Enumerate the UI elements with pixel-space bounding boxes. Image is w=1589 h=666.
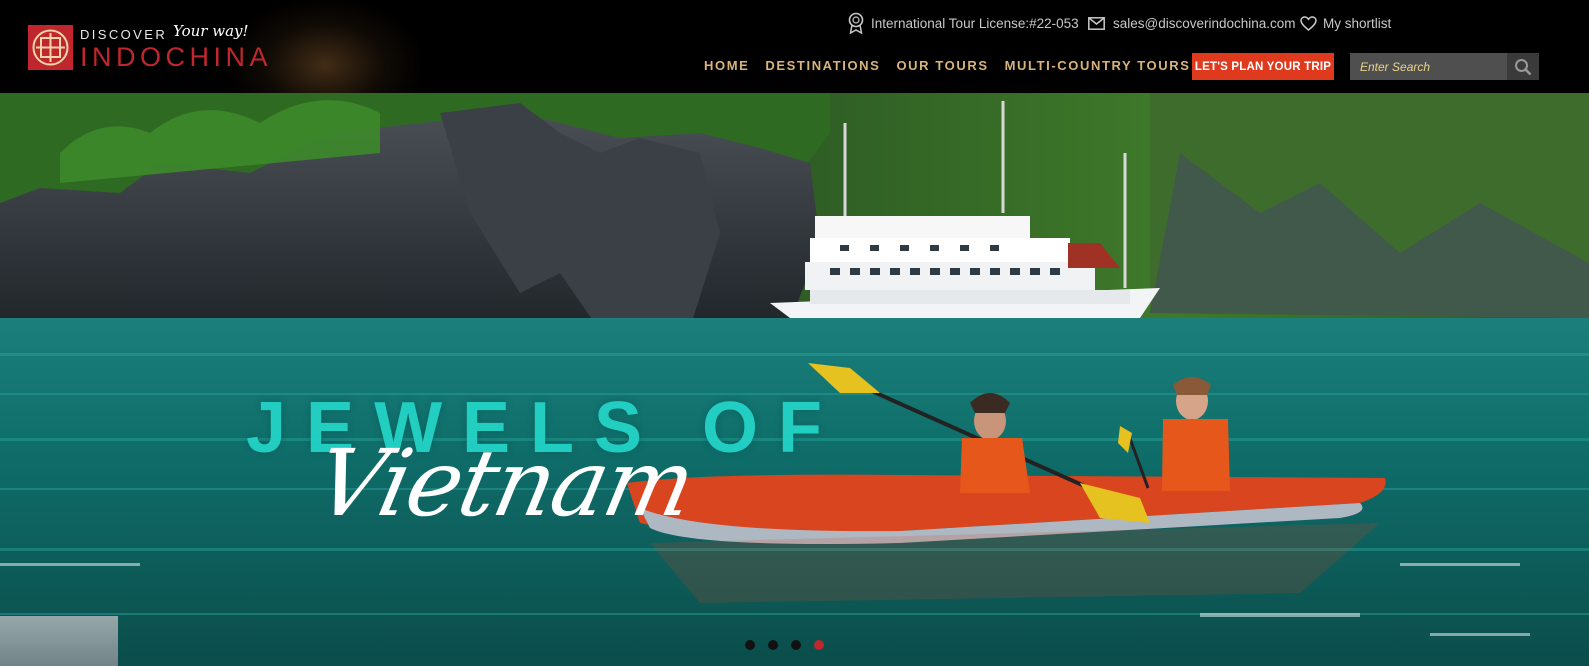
shortlist-text: My shortlist [1323,15,1392,31]
nav-item-multi-country-tours[interactable]: MULTI-COUNTRY TOURS [997,58,1199,73]
carousel-dot-4[interactable] [814,640,824,650]
nav-item-destinations[interactable]: DESTINATIONS [757,58,888,73]
carousel-dot-1[interactable] [745,640,755,650]
award-icon [848,12,864,34]
page: DISCOVER Your way! INDOCHINA Internation… [0,0,1589,666]
site-logo[interactable]: DISCOVER Your way! INDOCHINA [28,8,428,93]
license-text: International Tour License:#22-053 [871,15,1079,31]
hero-image-halong-bay [0,93,1589,666]
corner-thumbnail [0,616,118,666]
carousel-dot-2[interactable] [768,640,778,650]
mail-icon [1088,16,1105,30]
nav-item-our-tours[interactable]: OUR TOURS [888,58,996,73]
site-header: DISCOVER Your way! INDOCHINA Internation… [0,0,1589,93]
search-input[interactable] [1350,53,1507,80]
hero-script-title: Vietnam [306,430,703,537]
logo-text-indochina: INDOCHINA [80,42,273,72]
heart-icon [1300,15,1317,31]
search-button[interactable] [1507,53,1539,80]
search-icon [1515,58,1532,75]
license-info: International Tour License:#22-053 [847,12,1079,34]
hero-banner: JEWELS OF Vietnam [0,93,1589,666]
nav-item-home[interactable]: HOME [696,58,757,73]
carousel-dot-3[interactable] [791,640,801,650]
logo-text-discover: DISCOVER [80,27,168,42]
logo-text-tagline: Your way! [173,22,249,40]
plan-trip-button[interactable]: LET'S PLAN YOUR TRIP [1192,53,1334,80]
main-nav: HOME DESTINATIONS OUR TOURS MULTI-COUNTR… [696,58,1199,73]
email-text: sales@discoverindochina.com [1113,15,1296,31]
carousel-dots [745,640,824,650]
shortlist-link[interactable]: My shortlist [1300,13,1391,33]
search-box [1350,53,1539,80]
email-link[interactable]: sales@discoverindochina.com [1088,13,1296,33]
logo-emblem-icon [28,25,73,70]
